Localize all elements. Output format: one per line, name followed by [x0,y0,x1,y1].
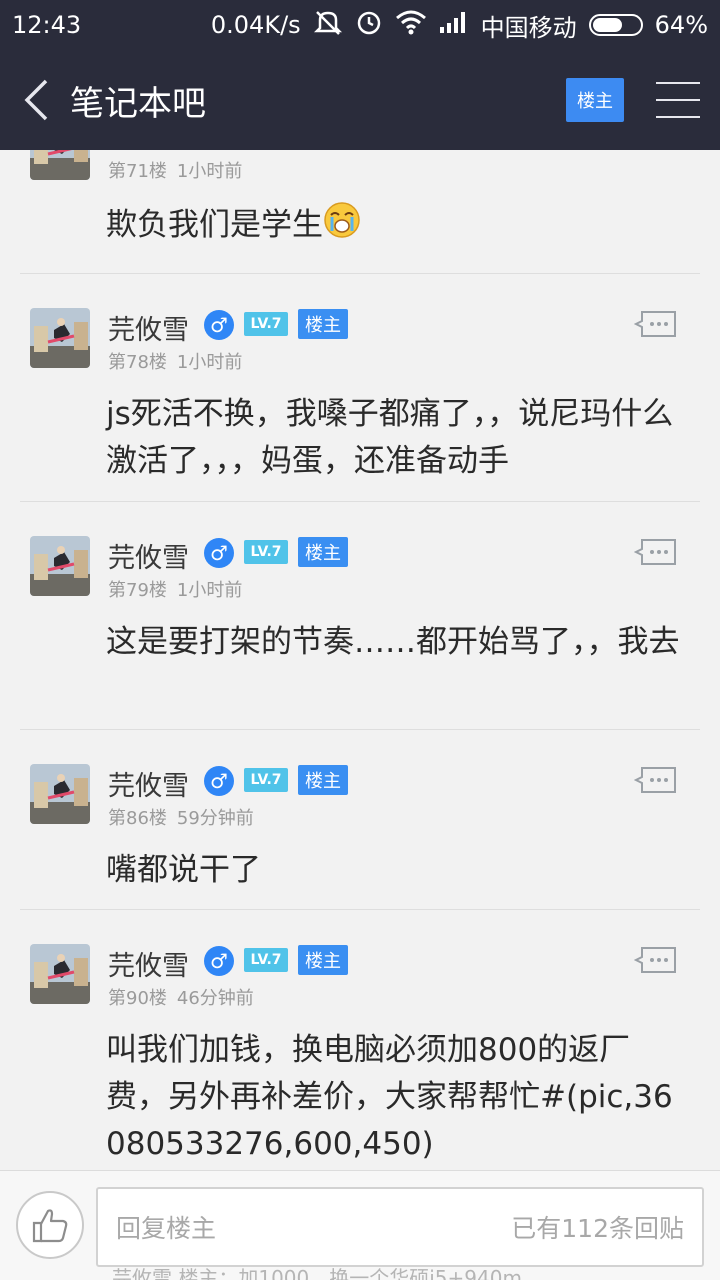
comment-icon[interactable] [633,538,678,566]
post-item: 芫攸雪 ♂ LV.7 楼主 第86楼 59分钟前 嘴都说干了 [20,730,700,910]
only-op-button[interactable]: 楼主 [566,78,624,122]
status-bar: 12:43 0.04K/s 中国移动 64% [0,0,720,50]
comment-icon[interactable] [633,310,678,338]
reply-count: 已有112条回贴 [511,1214,684,1243]
floor-number: 第78楼 [108,352,167,373]
network-speed: 0.04K/s [210,11,301,39]
avatar[interactable] [30,150,90,180]
menu-button[interactable] [656,78,700,122]
op-badge: 楼主 [298,765,348,795]
post-time: 1小时前 [176,580,243,601]
crying-face-icon [323,201,361,253]
floor-number: 第79楼 [108,580,167,601]
op-badge: 楼主 [298,537,348,567]
floor-number: 第86楼 [108,808,167,829]
post-list[interactable]: 第71楼 1小时前 欺负我们是学生 芫攸雪 ♂ LV.7 楼主 第78楼 1小时前 … [0,150,720,1170]
floor-number: 第90楼 [108,988,167,1009]
post-meta: 第78楼 1小时前 [108,348,242,374]
nav-bar: 笔记本吧 楼主 [0,50,720,150]
menu-icon-line [656,116,700,118]
comment-icon[interactable] [633,766,678,794]
wifi-icon [395,9,427,41]
back-button[interactable] [6,50,66,150]
username[interactable]: 芫攸雪 [108,944,189,983]
level-badge: LV.7 [244,948,288,972]
battery-percent: 64% [654,11,708,39]
avatar[interactable] [30,764,90,824]
chevron-left-icon [24,79,48,121]
post-time: 46分钟前 [176,988,254,1009]
reply-placeholder: 回复楼主 [116,1214,217,1243]
post-time: 1小时前 [176,161,243,182]
reply-input[interactable]: 回复楼主 已有112条回贴 [96,1187,704,1267]
op-badge: 楼主 [298,309,348,339]
post-body: 叫我们加钱，换电脑必须加800的返厂费，另外再补差价，大家帮帮忙#(pic,36… [106,1032,673,1162]
thumbs-up-icon [32,1209,68,1243]
post-text: 欺负我们是学生 [106,207,323,243]
post-item: 芫攸雪 ♂ LV.7 楼主 第78楼 1小时前 js死活不换，我嗓子都痛了，，说尼… [20,274,700,502]
next-post-peek: 芫攸雪 楼主：加1000，换一个华硕i5+940m [112,1266,522,1280]
like-button[interactable] [16,1191,84,1259]
post-item: 芫攸雪 ♂ LV.7 楼主 第79楼 1小时前 这是要打架的节奏……都开始骂了，，… [20,502,700,730]
post-meta: 第86楼 59分钟前 [108,804,254,830]
post-body: js死活不换，我嗓子都痛了，，说尼玛什么激活了，，，妈蛋，还准备动手 [106,396,674,479]
post-body: 嘴都说干了 [106,852,261,888]
username[interactable]: 芫攸雪 [108,308,189,347]
post-body: 这是要打架的节奏……都开始骂了，，我去 [106,624,680,660]
avatar[interactable] [30,536,90,596]
floor-number: 第71楼 [108,161,167,182]
male-gender-icon: ♂ [204,310,234,340]
avatar[interactable] [30,308,90,368]
page-title: 笔记本吧 [70,83,206,124]
status-time: 12:43 [12,11,82,39]
op-badge: 楼主 [298,945,348,975]
carrier-name: 中国移动 [480,13,577,42]
comment-icon[interactable] [633,946,678,974]
menu-icon-line [656,82,700,84]
level-badge: LV.7 [244,768,288,792]
post-meta: 第71楼 1小时前 [108,157,242,183]
username[interactable]: 芫攸雪 [108,764,189,803]
battery-icon [588,14,643,36]
male-gender-icon: ♂ [204,538,234,568]
menu-icon-line [656,99,700,101]
level-badge: LV.7 [244,540,288,564]
level-badge: LV.7 [244,312,288,336]
signal-icon [439,10,469,40]
male-gender-icon: ♂ [204,946,234,976]
post-meta: 第90楼 46分钟前 [108,984,254,1010]
post-time: 1小时前 [176,352,243,373]
post-meta: 第79楼 1小时前 [108,576,242,602]
avatar[interactable] [30,944,90,1004]
post-item: 芫攸雪 ♂ LV.7 楼主 第90楼 46分钟前 叫我们加钱，换电脑必须加800的… [20,910,700,1170]
mute-icon [313,8,343,42]
post-item: 第71楼 1小时前 欺负我们是学生 [20,150,700,274]
post-time: 59分钟前 [176,808,254,829]
username[interactable]: 芫攸雪 [108,536,189,575]
post-body: 欺负我们是学生 [106,201,686,253]
alarm-icon [355,8,383,42]
male-gender-icon: ♂ [204,766,234,796]
